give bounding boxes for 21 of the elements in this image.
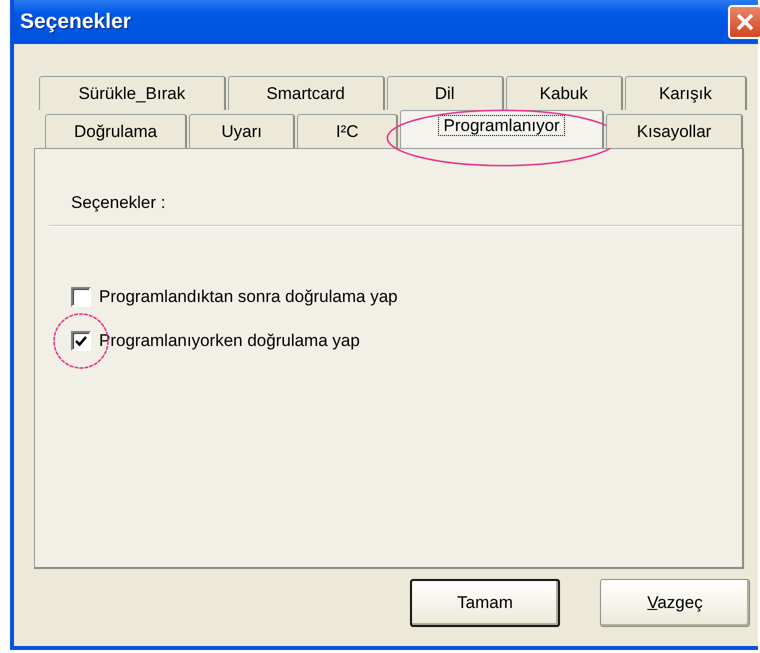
tab[interactable]: I²C (297, 114, 398, 148)
close-icon (735, 12, 755, 32)
dialog-button[interactable]: Vazgeç (600, 579, 750, 627)
window-title: Seçenekler (20, 10, 131, 34)
group-label: Seçenekler : (71, 193, 166, 214)
tab[interactable]: Kabuk (506, 76, 623, 110)
tab[interactable]: Smartcard (228, 76, 385, 110)
tab[interactable]: Karışık (624, 76, 747, 110)
tab[interactable]: Kısayollar (606, 114, 743, 148)
tab[interactable]: Programlanıyor (400, 110, 604, 148)
dialog-button[interactable]: Tamam (410, 579, 560, 627)
tab[interactable]: Doğrulama (45, 114, 188, 148)
tab[interactable]: Dil (386, 76, 504, 110)
checkbox[interactable] (71, 331, 91, 351)
checkbox[interactable] (71, 287, 91, 307)
close-button[interactable] (728, 5, 760, 39)
checkmark-icon (75, 335, 87, 347)
checkbox-label: Programlandıktan sonra doğrulama yap (99, 287, 398, 307)
tab[interactable]: Uyarı (189, 114, 296, 148)
tab[interactable]: Sürükle_Bırak (39, 76, 226, 110)
checkbox-label: Programlanıyorken doğrulama yap (99, 331, 360, 351)
